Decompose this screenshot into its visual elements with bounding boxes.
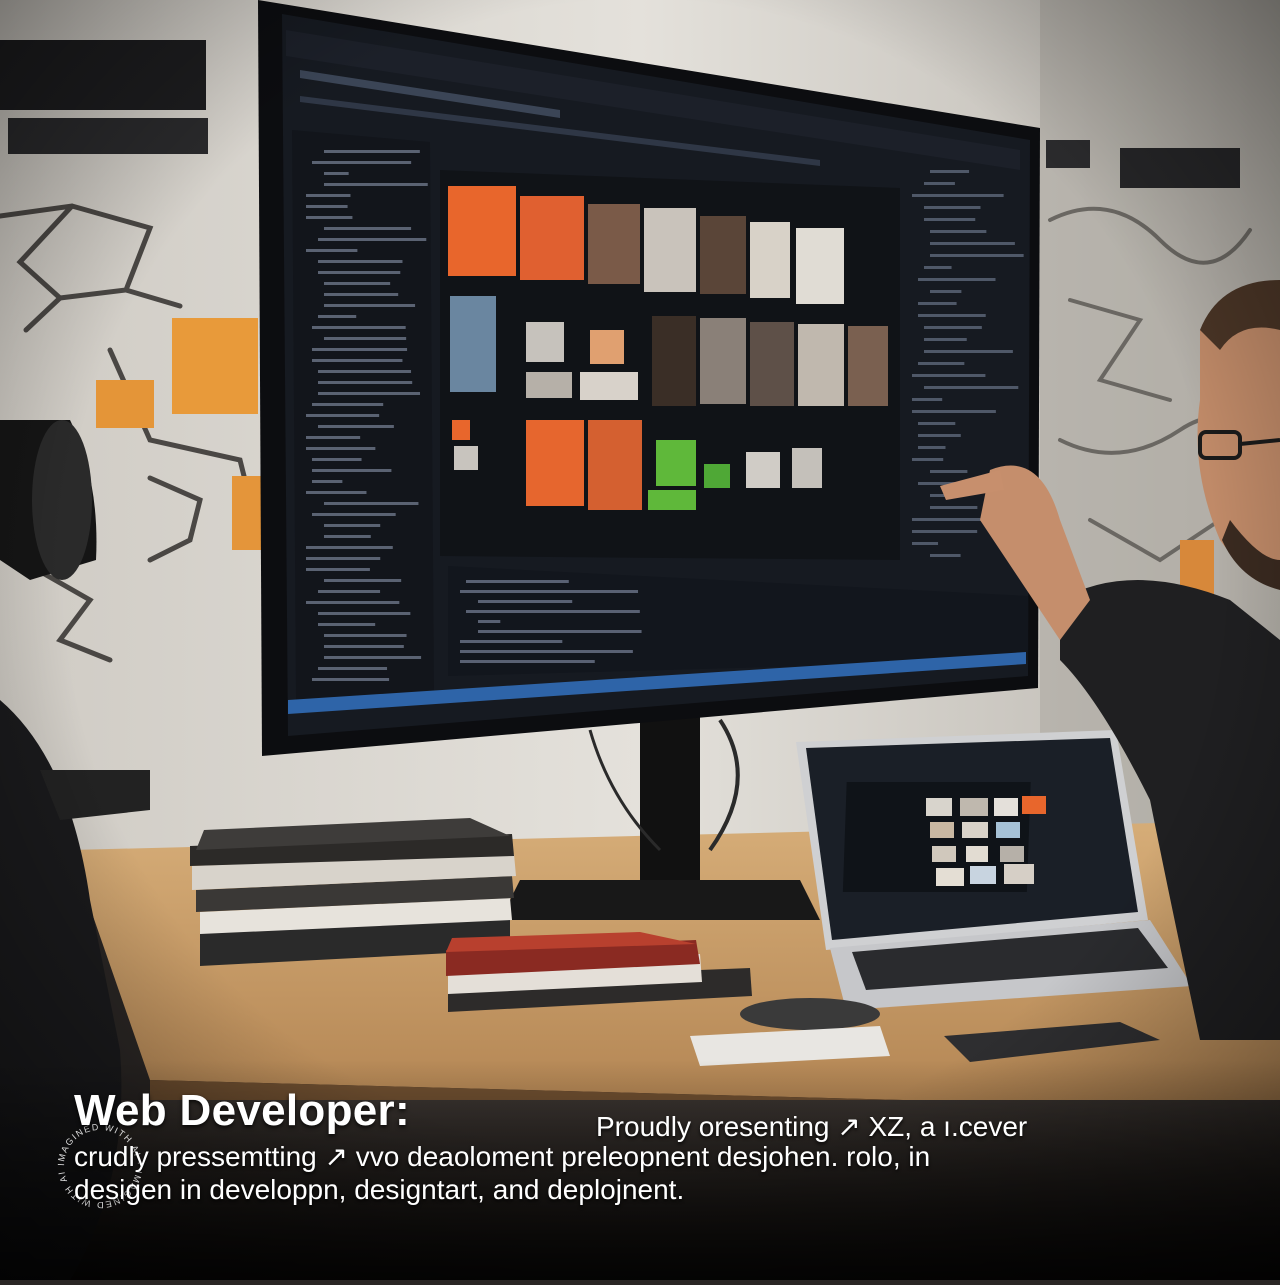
- caption-line-1: Proudly oresenting ↗ XZ, a ı.cever: [596, 1111, 1028, 1142]
- caption-title: Web Developer:: [74, 1086, 410, 1135]
- caption-line-3: desigen in developpn, designtart, and de…: [74, 1174, 685, 1205]
- caption-line-2: crudly pressemtting ↗ vvo deaoloment pre…: [74, 1141, 931, 1172]
